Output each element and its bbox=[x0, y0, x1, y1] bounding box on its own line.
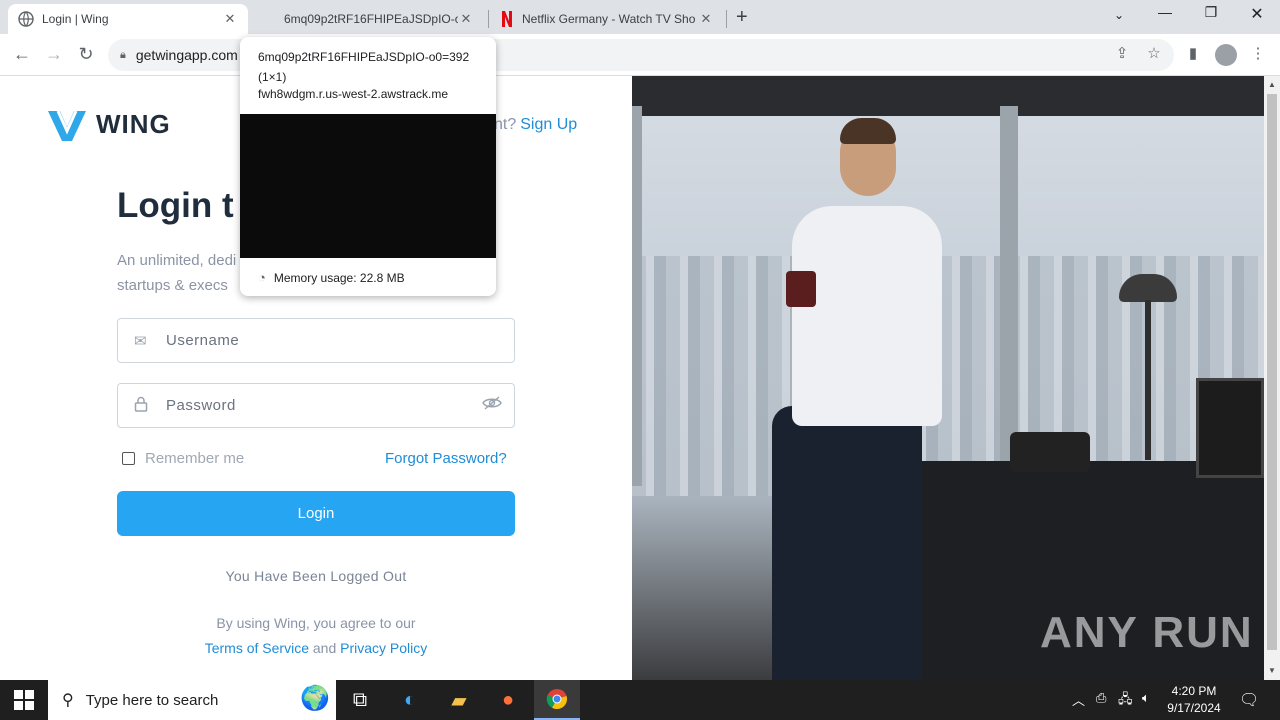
share-icon[interactable]: ⇪ bbox=[1111, 44, 1133, 62]
sign-up-link[interactable]: Sign Up bbox=[520, 116, 577, 133]
window-frame bbox=[632, 76, 1264, 116]
username-input[interactable] bbox=[166, 332, 466, 349]
close-tab-icon[interactable]: ✕ bbox=[698, 11, 714, 27]
chrome-icon[interactable] bbox=[534, 680, 580, 720]
tray-chevron-icon[interactable]: ︿ bbox=[1072, 690, 1085, 709]
wing-logo-icon bbox=[48, 110, 86, 141]
close-tab-icon[interactable]: ✕ bbox=[222, 11, 238, 27]
page-content: WING nt? Sign Up Login t An unlimited, de… bbox=[0, 76, 1264, 680]
envelope-icon: ✉ bbox=[134, 332, 147, 350]
close-window-icon[interactable]: ✕ bbox=[1242, 4, 1272, 24]
wing-logo[interactable]: WING bbox=[48, 107, 171, 141]
firefox-icon[interactable]: ● bbox=[485, 680, 531, 720]
new-tab-icon[interactable]: + bbox=[736, 6, 748, 29]
signup-prompt: nt? Sign Up bbox=[494, 116, 577, 134]
hover-card-memory: ◔ Memory usage: 22.8 MB bbox=[258, 270, 405, 285]
restore-icon[interactable]: ❐ bbox=[1196, 4, 1226, 21]
edge-icon[interactable]: ◐ bbox=[387, 680, 433, 720]
man-shirt bbox=[792, 206, 942, 426]
taskbar-search-placeholder: Type here to search bbox=[85, 691, 219, 709]
tab-netflix[interactable]: Netflix Germany - Watch TV Sho ✕ bbox=[490, 4, 724, 34]
window-pillar bbox=[1000, 106, 1018, 486]
forward-icon[interactable]: → bbox=[42, 44, 66, 65]
desk-phone bbox=[1010, 432, 1090, 472]
scroll-down-arrow-icon[interactable]: ▼ bbox=[1264, 666, 1280, 675]
memory-gauge-icon: ◔ bbox=[258, 270, 266, 285]
privacy-policy-link[interactable]: Privacy Policy bbox=[340, 640, 427, 656]
login-button[interactable]: Login bbox=[117, 491, 515, 536]
tab-bar: Login | Wing ✕ 6mq09p2tRF16FHIPEaJSDpIO-… bbox=[0, 0, 1280, 34]
netflix-icon bbox=[502, 11, 512, 27]
scrollbar-thumb[interactable] bbox=[1267, 94, 1277, 650]
url-text: getwingapp.com bbox=[135, 47, 238, 63]
tab-login-wing[interactable]: Login | Wing ✕ bbox=[8, 4, 248, 34]
back-icon[interactable]: ← bbox=[10, 44, 34, 65]
notifications-icon[interactable]: 🗨︎ bbox=[1239, 690, 1259, 710]
terms-notice: By using Wing, you agree to our Terms of… bbox=[117, 611, 515, 661]
terms-prefix: By using Wing, you agree to our bbox=[216, 615, 416, 631]
password-field bbox=[117, 383, 515, 428]
remember-me: Remember me bbox=[122, 450, 244, 467]
coffee-mug bbox=[786, 271, 816, 307]
desk-lamp-pole bbox=[1145, 300, 1151, 460]
clock-date: 9/17/2024 bbox=[1167, 701, 1221, 715]
hover-card-domain: fwh8wdgm.r.us-west-2.awstrack.me bbox=[258, 87, 449, 101]
menu-kebab-icon[interactable]: ⋮ bbox=[1247, 44, 1269, 62]
monitor bbox=[1196, 378, 1264, 478]
logged-out-message: You Have Been Logged Out bbox=[225, 568, 407, 584]
task-view-icon[interactable]: ⧉ bbox=[337, 680, 383, 720]
hero-photo: ANY RUN bbox=[632, 76, 1264, 680]
browser-toolbar: ← → ↻ 🔒︎ getwingapp.com ⇪ ☆ ▮ ⋮ bbox=[0, 34, 1280, 76]
tab-search-icon[interactable]: ⌄ bbox=[1104, 8, 1134, 22]
globe-icon bbox=[18, 11, 34, 27]
memory-usage-text: Memory usage: 22.8 MB bbox=[273, 270, 405, 285]
file-explorer-icon[interactable]: ▰ bbox=[436, 680, 482, 720]
remember-me-label: Remember me bbox=[145, 450, 245, 467]
taskbar-clock[interactable]: 4:20 PM 9/17/2024 bbox=[1162, 683, 1226, 717]
password-input[interactable] bbox=[166, 397, 466, 414]
windows-start-icon[interactable] bbox=[14, 690, 34, 710]
windows-taskbar: ⚲ Type here to search 🌍 ⧉ ◐ ▰ ● ︿ ⎙ 🖧︎ 🔈… bbox=[0, 680, 1280, 720]
tab-divider bbox=[726, 10, 727, 28]
lock-icon: 🔒︎ bbox=[120, 48, 126, 61]
anyrun-watermark: ANY RUN bbox=[1040, 608, 1254, 657]
man-legs bbox=[772, 406, 922, 680]
bookmark-star-icon[interactable]: ☆ bbox=[1143, 44, 1165, 62]
search-highlight-icon: 🌍 bbox=[300, 685, 330, 712]
hover-card-title: 6mq09p2tRF16FHIPEaJSDpIO-o0=392 (1×1) bbox=[258, 50, 470, 84]
clock-time: 4:20 PM bbox=[1171, 684, 1217, 698]
taskbar-search[interactable]: ⚲ Type here to search 🌍 bbox=[48, 680, 336, 720]
tab-title: 6mq09p2tRF16FHIPEaJSDpIO-o0 bbox=[284, 12, 458, 26]
tray-device-icon[interactable]: ⎙ bbox=[1096, 690, 1106, 706]
window-pillar bbox=[632, 106, 642, 486]
page-scrollbar[interactable]: ▲ ▼ bbox=[1264, 76, 1280, 680]
man-hair bbox=[840, 118, 896, 144]
lock-icon bbox=[134, 396, 152, 416]
profile-avatar[interactable] bbox=[1215, 44, 1237, 66]
remember-me-checkbox[interactable] bbox=[122, 452, 135, 465]
desk-lamp bbox=[1119, 274, 1177, 302]
scroll-up-arrow-icon[interactable]: ▲ bbox=[1264, 80, 1280, 89]
logo-text: WING bbox=[96, 108, 171, 139]
page-title: Login t bbox=[117, 186, 234, 225]
tab-awstrack[interactable]: 6mq09p2tRF16FHIPEaJSDpIO-o0 ✕ bbox=[272, 4, 484, 34]
signup-prefix: nt? bbox=[494, 116, 517, 133]
tab-title: Netflix Germany - Watch TV Sho bbox=[522, 12, 696, 26]
tab-divider bbox=[488, 10, 489, 28]
search-icon: ⚲ bbox=[62, 692, 74, 709]
tab-hover-card: 6mq09p2tRF16FHIPEaJSDpIO-o0=392 (1×1) fw… bbox=[240, 37, 496, 296]
volume-icon[interactable]: 🔈︎ bbox=[1142, 690, 1150, 706]
network-icon[interactable]: 🖧︎ bbox=[1118, 690, 1133, 712]
terms-and: and bbox=[312, 640, 337, 656]
reload-icon[interactable]: ↻ bbox=[74, 44, 98, 65]
eye-slash-icon[interactable] bbox=[482, 396, 502, 415]
forgot-password-link[interactable]: Forgot Password? bbox=[385, 450, 507, 467]
side-panel-icon[interactable]: ▮ bbox=[1182, 44, 1204, 62]
hover-card-preview bbox=[240, 114, 496, 258]
close-tab-icon[interactable]: ✕ bbox=[458, 11, 474, 27]
minimize-icon[interactable]: — bbox=[1150, 4, 1180, 20]
username-field: ✉ bbox=[117, 318, 515, 363]
terms-of-service-link[interactable]: Terms of Service bbox=[205, 640, 309, 656]
tab-title: Login | Wing bbox=[42, 12, 109, 26]
